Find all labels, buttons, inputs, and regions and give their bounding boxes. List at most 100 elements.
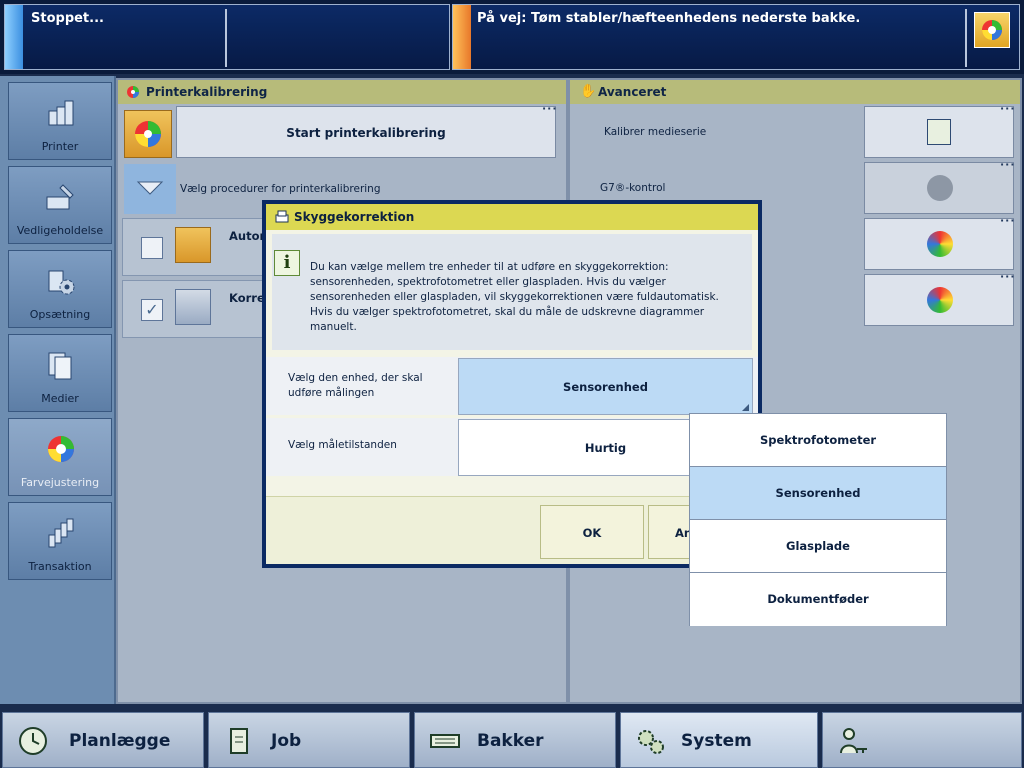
device-select[interactable]: Sensorenhed xyxy=(458,358,753,415)
dialog-info-box: Du kan vælge mellem tre enheder til at u… xyxy=(272,234,752,350)
dialog-info-text: Du kan vælge mellem tre enheder til at u… xyxy=(310,261,719,333)
tray-icon xyxy=(430,734,460,748)
nav-schedule-label: Planlægge xyxy=(69,731,171,751)
ok-label: OK xyxy=(582,526,602,540)
color-wheel-icon xyxy=(135,121,161,147)
sidebar-item-label: Vedligeholdelse xyxy=(16,224,104,237)
dropdown-option-label: Dokumentføder xyxy=(767,592,869,606)
nav-system-label: System xyxy=(681,731,752,751)
dropdown-option-spectrophotometer[interactable]: Spektrofotometer xyxy=(690,414,946,467)
sidebar-item-printer[interactable]: Printer xyxy=(8,82,112,160)
dropdown-option-label: Spektrofotometer xyxy=(759,433,877,447)
procedure-checkbox-checked[interactable]: ✓ xyxy=(141,299,163,321)
color-wheel-icon xyxy=(48,436,74,462)
more-options-icon[interactable]: ··· xyxy=(1000,214,1016,227)
ok-button[interactable]: OK xyxy=(540,505,644,559)
shading-correction-dialog: Skyggekorrektion Du kan vælge mellem tre… xyxy=(262,200,762,568)
start-calibration-icon-button[interactable] xyxy=(124,110,172,158)
media-calibration-icon xyxy=(927,119,951,145)
sidebar-item-transaction[interactable]: Transaktion xyxy=(8,502,112,580)
device-row: Vælg den enhed, der skal udføre målingen… xyxy=(266,357,758,415)
dropdown-option-sensor[interactable]: Sensorenhed xyxy=(690,467,946,520)
sidebar-item-maintenance[interactable]: Vedligeholdelse xyxy=(8,166,112,244)
sidebar-item-label: Medier xyxy=(41,392,79,405)
panel-header: Printerkalibrering xyxy=(118,80,566,104)
shading-correction-icon xyxy=(175,289,211,325)
calibrate-media-button[interactable] xyxy=(864,106,1014,158)
nav-trays-button[interactable]: Bakker xyxy=(414,712,616,768)
procedure-checkbox[interactable] xyxy=(141,237,163,259)
dialog-title-text: Skyggekorrektion xyxy=(294,210,415,224)
chevron-down-icon xyxy=(136,181,164,195)
bottom-navigation: Planlægge Job Bakker System xyxy=(0,704,1024,768)
status-left-text: Stoppet... xyxy=(31,11,104,26)
wrench-icon xyxy=(46,184,74,210)
status-divider xyxy=(225,9,227,67)
more-options-icon[interactable]: ··· xyxy=(1000,158,1016,171)
dropdown-option-glass[interactable]: Glasplade xyxy=(690,520,946,573)
sidebar-item-color-adjust[interactable]: Farvejustering xyxy=(8,418,112,496)
mode-label: Vælg måletilstanden xyxy=(288,439,397,451)
calibrate-media-row: Kalibrer medieserie xyxy=(574,108,864,158)
info-icon: i xyxy=(274,250,300,276)
procedures-label: Vælg procedurer for printerkalibrering xyxy=(180,183,381,195)
sidebar-item-label: Farvejustering xyxy=(20,476,100,489)
clock-icon xyxy=(19,727,47,755)
status-stripe-orange xyxy=(453,5,471,69)
g7-icon xyxy=(927,175,953,201)
nav-job-button[interactable]: Job xyxy=(208,712,410,768)
dialog-body: Skyggekorrektion Du kan vælge mellem tre… xyxy=(266,204,758,564)
more-options-icon[interactable]: ··· xyxy=(542,102,558,115)
mode-row: Vælg måletilstanden Hurtig xyxy=(266,418,758,476)
expand-procedures-button[interactable] xyxy=(124,164,176,214)
status-panel-left[interactable]: Stoppet... xyxy=(4,4,450,70)
status-bar: Stoppet... På vej: Tøm stabler/hæfteenhe… xyxy=(0,0,1024,74)
status-divider xyxy=(965,9,967,67)
nav-system-button[interactable]: System xyxy=(620,712,818,768)
mode-select-value: Hurtig xyxy=(584,441,627,455)
device-label: Vælg den enhed, der skal udføre målingen xyxy=(288,372,423,399)
status-right-text: På vej: Tøm stabler/hæfteenhedens neders… xyxy=(477,11,861,26)
hand-icon: ✋ xyxy=(580,84,597,99)
sidebar-item-setup[interactable]: Opsætning xyxy=(8,250,112,328)
color-wheel-icon xyxy=(127,86,139,98)
panel-title: Avanceret xyxy=(598,85,667,99)
gear-icon xyxy=(48,270,75,295)
transaction-icon xyxy=(48,518,74,548)
more-options-icon[interactable]: ··· xyxy=(1000,102,1016,115)
sidebar-item-media[interactable]: Medier xyxy=(8,334,112,412)
device-dropdown: Spektrofotometer Sensorenhed Glasplade D… xyxy=(689,413,947,626)
start-calibration-button[interactable]: Start printerkalibrering xyxy=(176,106,556,158)
dialog-title: Skyggekorrektion xyxy=(266,204,758,230)
color-wheel-button[interactable] xyxy=(974,12,1010,48)
device-select-value: Sensorenhed xyxy=(563,380,648,394)
status-stripe-blue xyxy=(5,5,23,69)
g7-color-icon xyxy=(927,231,953,257)
g7-check-button[interactable] xyxy=(864,162,1014,214)
nav-schedule-button[interactable]: Planlægge xyxy=(2,712,204,768)
nav-user-button[interactable] xyxy=(822,712,1022,768)
panel-header: Avanceret xyxy=(570,80,1020,104)
calibration-edit-icon xyxy=(175,227,211,263)
job-icon xyxy=(230,728,248,754)
dropdown-option-label: Glasplade xyxy=(786,539,850,553)
auto-calibration-button[interactable] xyxy=(864,274,1014,326)
dropdown-corner-icon xyxy=(742,404,749,411)
g7-check-label: G7®-kontrol xyxy=(600,182,666,194)
printer-small-icon xyxy=(275,210,289,223)
color-wheel-icon xyxy=(982,20,1002,40)
start-calibration-label: Start printerkalibrering xyxy=(286,126,446,140)
auto-color-icon xyxy=(927,287,953,313)
printer-icon xyxy=(48,100,74,126)
panel-title: Printerkalibrering xyxy=(146,85,268,99)
sidebar-item-label: Transaktion xyxy=(28,560,92,573)
sidebar: Printer Vedligeholdelse Opsætning Medier… xyxy=(0,76,116,706)
status-panel-right[interactable]: På vej: Tøm stabler/hæfteenhedens neders… xyxy=(452,4,1020,70)
g7-calibration-button[interactable] xyxy=(864,218,1014,270)
media-icon xyxy=(48,352,72,380)
dropdown-option-document-feeder[interactable]: Dokumentføder xyxy=(690,573,946,626)
nav-trays-label: Bakker xyxy=(477,731,544,751)
more-options-icon[interactable]: ··· xyxy=(1000,270,1016,283)
nav-job-label: Job xyxy=(271,731,302,751)
dialog-footer: OK An xyxy=(266,496,758,564)
